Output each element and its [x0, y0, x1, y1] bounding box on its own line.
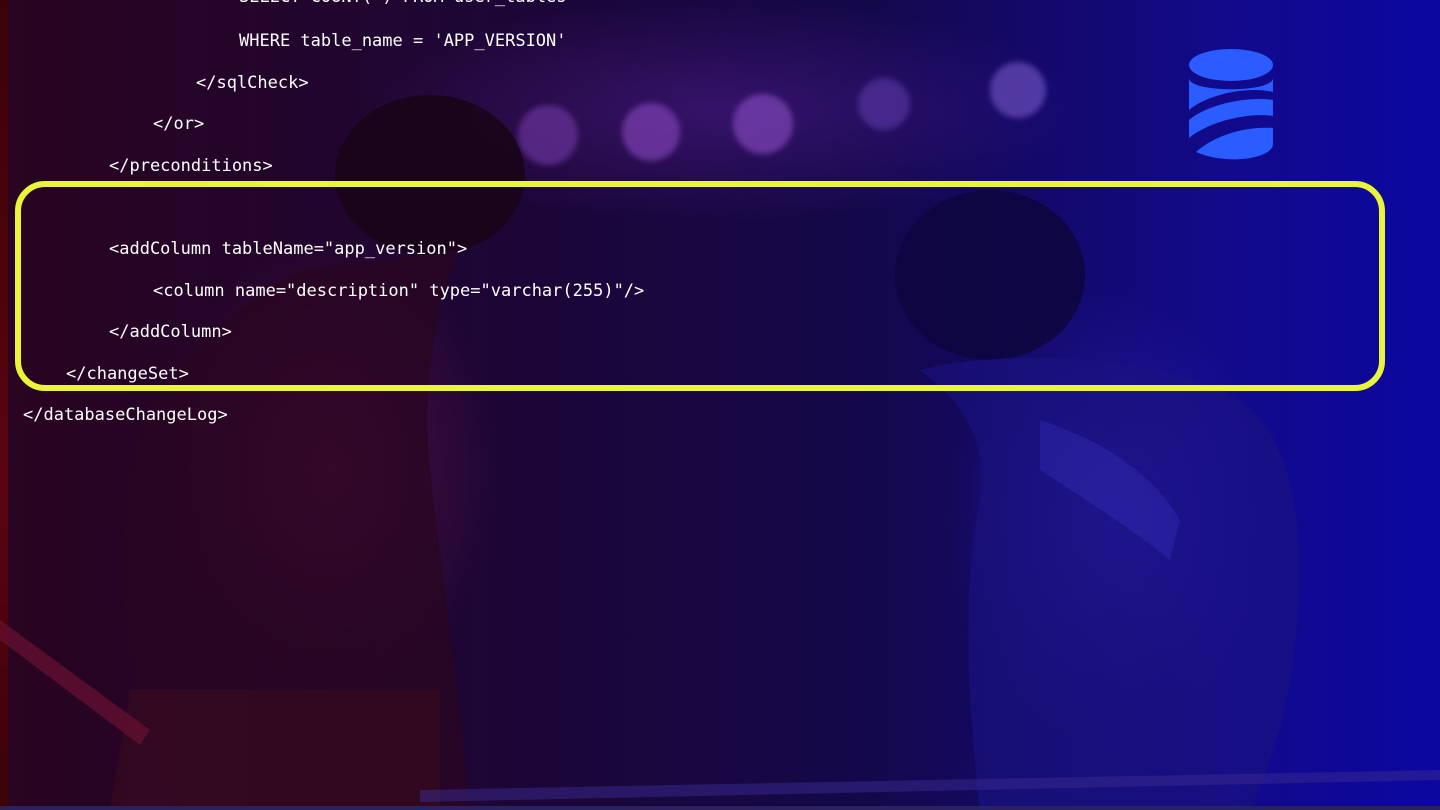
highlight-box [15, 181, 1385, 391]
liquibase-logo-icon [1189, 49, 1273, 160]
code-line-5: </preconditions> [109, 156, 273, 176]
code-line-2: WHERE table_name = 'APP_VERSION' [239, 31, 567, 51]
code-line-10: </databaseChangeLog> [23, 405, 228, 425]
bottom-edge-strip [0, 806, 1440, 810]
code-line-4: </or> [153, 114, 205, 134]
code-line-1: SELECT COUNT(*) FROM user_tables [239, 0, 567, 8]
code-line-3: </sqlCheck> [196, 73, 309, 93]
